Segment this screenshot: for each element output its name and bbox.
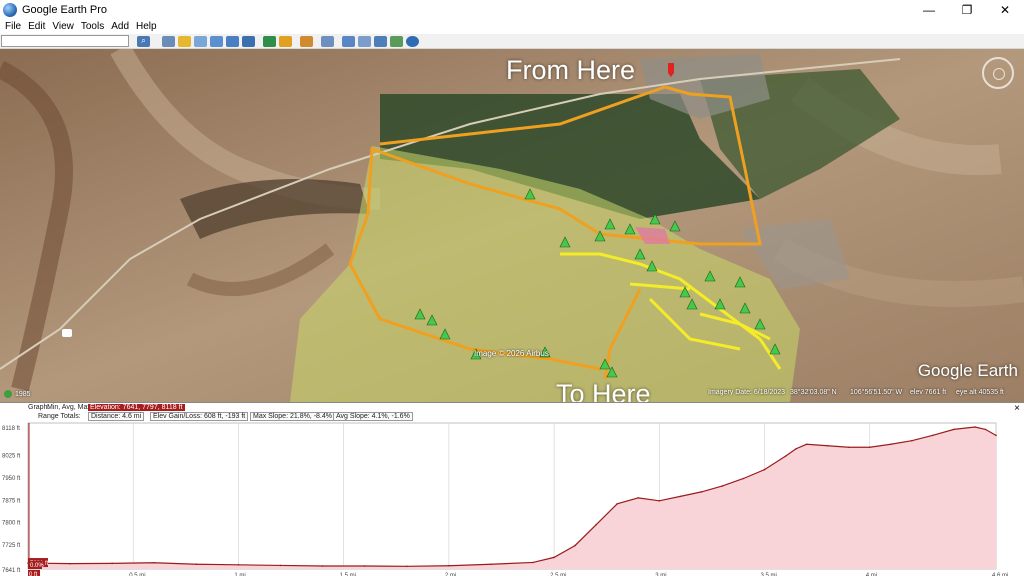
menu-bar: File Edit View Tools Add Help [0, 19, 1024, 34]
elevation-point [637, 497, 640, 499]
elevation-point [195, 563, 198, 566]
polygon-icon[interactable] [194, 35, 207, 47]
minimize-button[interactable]: — [910, 0, 948, 19]
elevation-point [237, 564, 240, 566]
save-image-icon[interactable] [374, 35, 387, 47]
elevation-point [995, 434, 997, 437]
title-bar: Google Earth Pro — ❐ ✕ [0, 0, 1024, 19]
sidebar-icon[interactable] [162, 35, 175, 47]
elevation-profile-panel: Graph: Min, Avg, Max Elevation: 7641, 77… [0, 402, 1024, 576]
y-tick-label: 8118 ft [2, 426, 20, 432]
placemark-icon[interactable] [178, 35, 191, 47]
elevation-readout: elev 7661 ft [910, 389, 947, 396]
menu-edit[interactable]: Edit [28, 21, 45, 32]
menu-help[interactable]: Help [136, 21, 157, 32]
elevation-point [868, 446, 871, 449]
elevation-point [574, 544, 576, 547]
window-title: Google Earth Pro [22, 3, 107, 16]
elevation-point [153, 561, 156, 564]
elevation-chart[interactable]: 0.5 mi 1 mi 1.5 mi 2 mi 2.5 mi 3 mi 3.5 mi 4 mi… [0, 403, 1024, 576]
elevation-point [742, 477, 745, 480]
earth-icon[interactable] [406, 35, 419, 47]
elevation-point [974, 426, 976, 428]
current-slope-text: 0.0% [30, 563, 44, 569]
tour-icon[interactable] [242, 35, 255, 47]
y-tick-label: 7641 ft [2, 568, 21, 574]
y-tick-label: 8025 ft [2, 454, 21, 460]
annotation-from: From Here [506, 55, 636, 85]
elevation-point [763, 468, 766, 471]
elevation-point [826, 444, 829, 447]
elevation-point [795, 447, 797, 450]
start-distance-text: 0 ft [29, 572, 38, 576]
elevation-point [679, 495, 682, 498]
elevation-point [805, 443, 808, 446]
elevation-point [321, 565, 324, 567]
compass-control[interactable] [982, 57, 1014, 89]
toolbar: ⌕ [0, 34, 1024, 49]
imagery-date: Imagery Date: 6/18/2023 [708, 389, 786, 396]
search-input[interactable] [1, 35, 129, 47]
window-controls: — ❐ ✕ [910, 0, 1024, 19]
google-earth-watermark: Google Earth [917, 361, 1018, 380]
history-icon[interactable] [263, 35, 276, 47]
latitude: 38°32'03.08" N [790, 389, 837, 396]
print-icon[interactable] [358, 35, 371, 47]
elevation-point [363, 565, 366, 567]
y-tick-label: 7800 ft [2, 521, 21, 527]
email-icon[interactable] [342, 35, 355, 47]
elevation-point [553, 556, 555, 559]
path-icon[interactable] [210, 35, 223, 47]
planets-icon[interactable] [300, 35, 313, 47]
elevation-point [889, 443, 892, 446]
elevation-point [658, 500, 661, 502]
elevation-point [953, 428, 955, 431]
menu-tools[interactable]: Tools [81, 21, 104, 32]
menu-view[interactable]: View [52, 21, 74, 32]
menu-add[interactable]: Add [111, 21, 129, 32]
maximize-button[interactable]: ❐ [948, 0, 986, 19]
eye-altitude: eye alt 40535 ft [956, 389, 1004, 396]
y-tick-label: 7950 ft [2, 476, 21, 482]
y-tick-label: 7875 ft [2, 498, 21, 504]
image-credit: Image © 2026 Airbus [474, 349, 549, 358]
search-icon[interactable]: ⌕ [137, 35, 150, 47]
longitude: 106°56'51.50" W [850, 389, 903, 396]
google-earth-logo-icon [3, 2, 17, 17]
map-view[interactable]: From Here To Here Image © 2026 Airbus Go… [0, 49, 1024, 402]
elevation-point [595, 523, 597, 526]
elevation-point [847, 446, 850, 449]
map-status-bar: Imagery Date: 6/18/2023 38°32'03.08" N 1… [0, 388, 1024, 400]
elevation-point [700, 491, 703, 493]
elevation-point [111, 562, 113, 565]
google-earth-window: Google Earth Pro — ❐ ✕ File Edit View To… [0, 0, 1024, 576]
close-button[interactable]: ✕ [986, 0, 1024, 19]
ruler-icon[interactable] [321, 35, 334, 47]
y-tick-label: 7725 ft [2, 543, 21, 549]
overlay-icon[interactable] [226, 35, 239, 47]
elevation-point [984, 428, 987, 431]
elevation-point [490, 563, 492, 566]
elevation-point [616, 503, 619, 505]
elevation-point [932, 434, 934, 437]
elevation-point [405, 565, 408, 568]
elevation-point [448, 564, 450, 567]
menu-file[interactable]: File [5, 21, 21, 32]
elevation-point [532, 561, 534, 564]
elevation-point [69, 562, 71, 565]
sun-icon[interactable] [279, 35, 292, 47]
elevation-point [911, 439, 913, 442]
maps-icon[interactable] [390, 35, 403, 47]
elevation-point [784, 455, 787, 457]
elevation-point [279, 564, 282, 567]
elevation-point [721, 485, 724, 487]
